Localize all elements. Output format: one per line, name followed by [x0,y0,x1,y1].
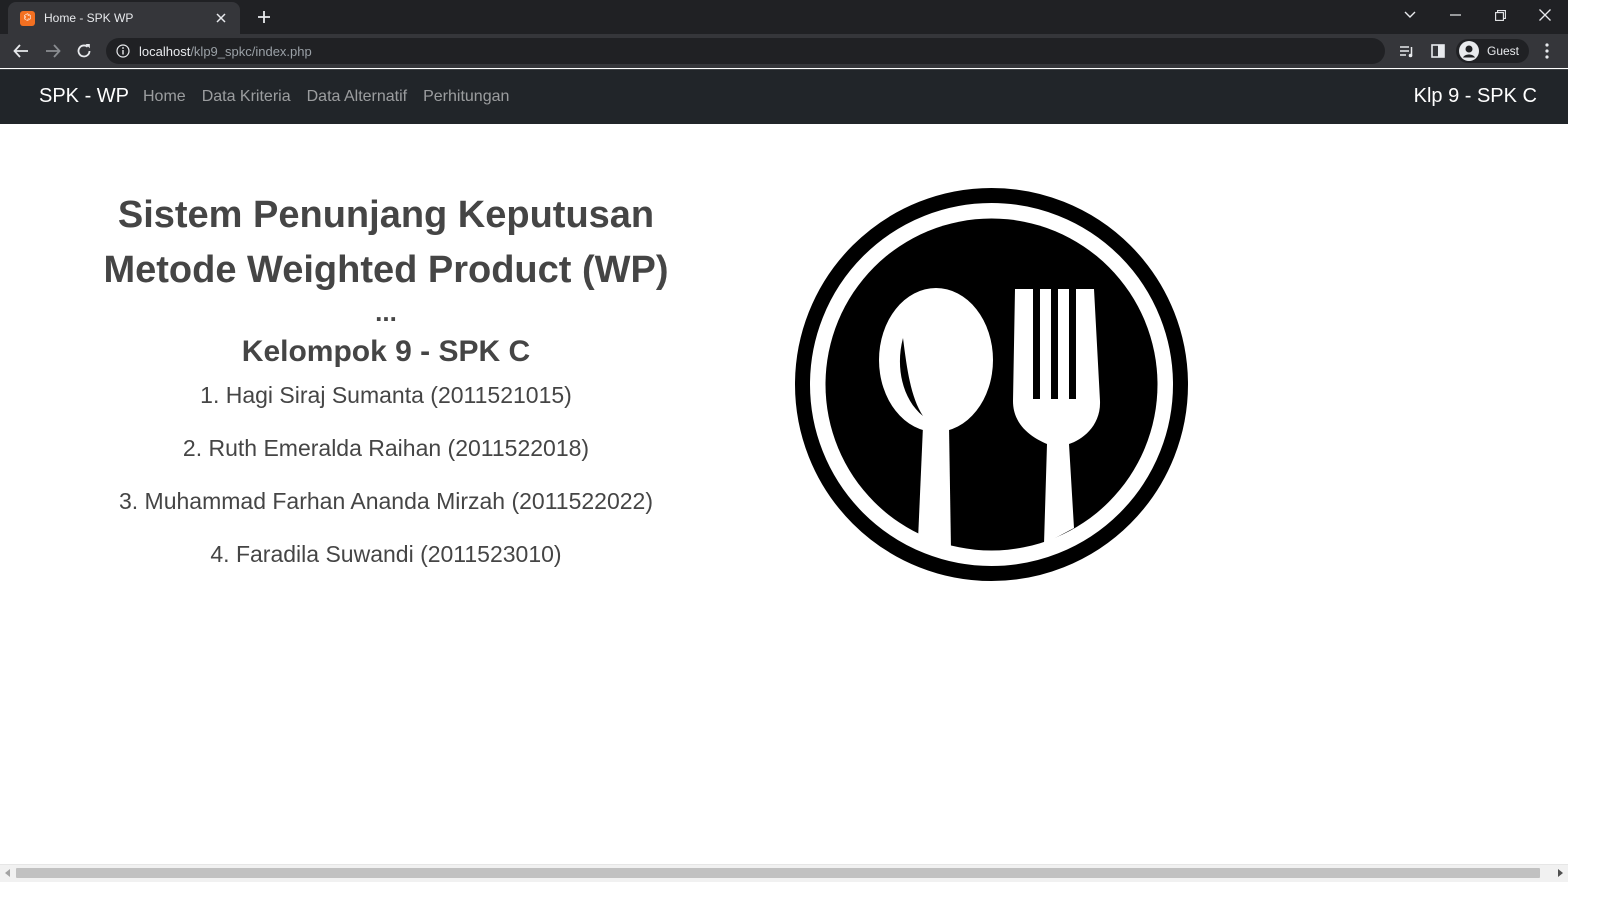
kebab-menu-icon[interactable] [1536,40,1558,62]
profile-button[interactable]: Guest [1456,39,1530,63]
guest-avatar-icon [1459,41,1479,61]
nav-link-data-alternatif[interactable]: Data Alternatif [307,88,408,106]
reload-icon[interactable] [71,39,97,63]
back-arrow-icon[interactable] [8,39,34,63]
nav-link-perhitungan[interactable]: Perhitungan [423,88,509,106]
member-item: 4. Faradila Suwandi (2011523010) [210,541,562,567]
separator-ellipsis: ... [375,297,397,327]
url-host: localhost [139,43,191,59]
member-item: 2. Ruth Emeralda Raihan (2011522018) [182,435,590,461]
site-info-icon[interactable] [116,44,130,58]
browser-toolbar: localhost/klp9_spkc/index.php Guest [0,34,1568,68]
scrollbar-thumb[interactable] [16,868,1540,878]
profile-label: Guest [1487,44,1520,58]
side-panel-icon[interactable] [1427,40,1449,62]
address-bar[interactable]: localhost/klp9_spkc/index.php [106,38,1385,64]
plate-spoon-fork-icon [795,188,1188,581]
scroll-left-arrow-icon[interactable] [1,867,15,879]
forward-arrow-icon[interactable] [40,39,66,63]
tab-close-icon[interactable] [212,9,230,27]
navbar-links: Home Data Kriteria Data Alternatif Perhi… [143,88,525,106]
reading-list-icon[interactable] [1396,40,1418,62]
minimize-icon[interactable] [1432,0,1478,30]
nav-link-home[interactable]: Home [143,88,186,106]
xampp-favicon-icon: ⌬ [20,10,35,26]
scroll-right-arrow-icon[interactable] [1553,867,1567,879]
tab-search-icon[interactable] [1387,0,1433,30]
restore-icon[interactable] [1477,0,1523,30]
navbar-group-label: Klp 9 - SPK C [1413,85,1537,107]
url-path: /klp9_spkc/index.php [190,43,312,59]
hero-text: Sistem Penunjang Keputusan Metode Weight… [86,188,686,569]
page-title-line-1: Sistem Penunjang Keputusan [117,194,655,236]
close-window-icon[interactable] [1522,0,1568,30]
site-navbar: SPK - WP Home Data Kriteria Data Alterna… [0,69,1568,124]
member-item: 3. Muhammad Farhan Ananda Mirzah (201152… [118,488,653,514]
browser-tab-active[interactable]: ⌬ Home - SPK WP [8,2,240,34]
horizontal-scrollbar[interactable] [0,864,1568,882]
group-title: Kelompok 9 - SPK C [241,335,531,368]
nav-link-data-kriteria[interactable]: Data Kriteria [202,88,291,106]
browser-tab-strip: ⌬ Home - SPK WP [0,0,1568,34]
member-item: 1. Hagi Siraj Sumanta (2011521015) [200,382,572,408]
navbar-brand[interactable]: SPK - WP [39,85,129,108]
tab-title: Home - SPK WP [44,11,134,25]
new-tab-button[interactable] [253,6,275,28]
page-title-line-2: Metode Weighted Product (WP) [103,249,669,291]
